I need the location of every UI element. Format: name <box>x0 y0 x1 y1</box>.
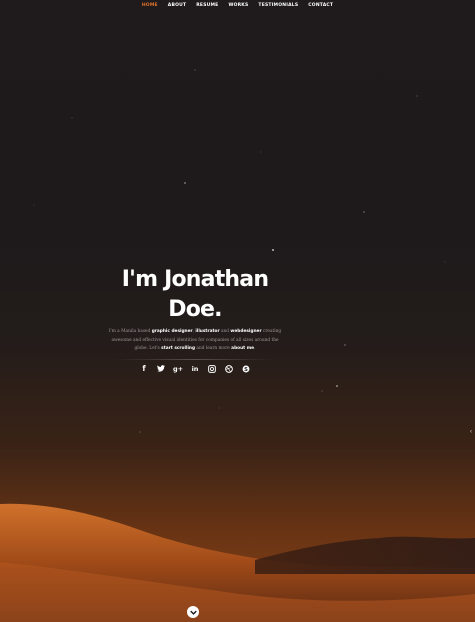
dribbble-glyph <box>225 364 233 373</box>
google-plus-icon[interactable]: g+ <box>173 364 183 374</box>
nav-works[interactable]: Works <box>228 3 248 14</box>
instagram-icon[interactable] <box>207 364 217 374</box>
intro-highlight: webdesigner <box>230 329 262 334</box>
twitter-icon[interactable] <box>156 364 166 374</box>
skype-glyph: S <box>242 365 250 373</box>
intro-text: and <box>219 329 231 334</box>
social-links: f g+ in S <box>95 364 295 374</box>
nav-home[interactable]: Home <box>142 3 158 14</box>
chevron-left-icon[interactable]: ‹ <box>470 429 474 435</box>
nav-about[interactable]: About <box>168 3 186 14</box>
nav-contact[interactable]: Contact <box>308 3 333 14</box>
linkedin-icon[interactable]: in <box>190 364 200 374</box>
hero-title: I'm Jonathan Doe. <box>121 267 269 322</box>
svg-text:S: S <box>244 367 248 373</box>
twitter-bird-glyph <box>157 365 165 372</box>
dribbble-icon[interactable] <box>224 364 234 374</box>
skype-icon[interactable]: S <box>241 364 251 374</box>
about-me-link[interactable]: about me <box>231 346 254 351</box>
start-scrolling-link[interactable]: start scrolling <box>161 346 195 351</box>
intro-highlight: graphic designer <box>151 329 193 334</box>
main-nav: Home About Resume Works Testimonials Con… <box>0 0 475 14</box>
intro-text: and learn more <box>195 346 232 352</box>
intro-highlight: illustrator <box>195 329 220 334</box>
chevron-down-icon <box>189 610 197 615</box>
desert-dunes <box>0 503 475 622</box>
intro-text: . <box>254 346 256 352</box>
divider <box>115 358 275 360</box>
scroll-down-button[interactable] <box>187 606 199 618</box>
instagram-glyph <box>208 364 216 373</box>
hero-intro: I'm a Manila based graphic designer, ill… <box>105 328 285 354</box>
intro-text: I'm a Manila based <box>108 329 152 334</box>
hero-section: I'm Jonathan Doe. I'm a Manila based gra… <box>95 265 295 374</box>
nav-resume[interactable]: Resume <box>196 3 218 14</box>
nav-testimonials[interactable]: Testimonials <box>258 3 298 14</box>
facebook-icon[interactable]: f <box>139 364 149 374</box>
